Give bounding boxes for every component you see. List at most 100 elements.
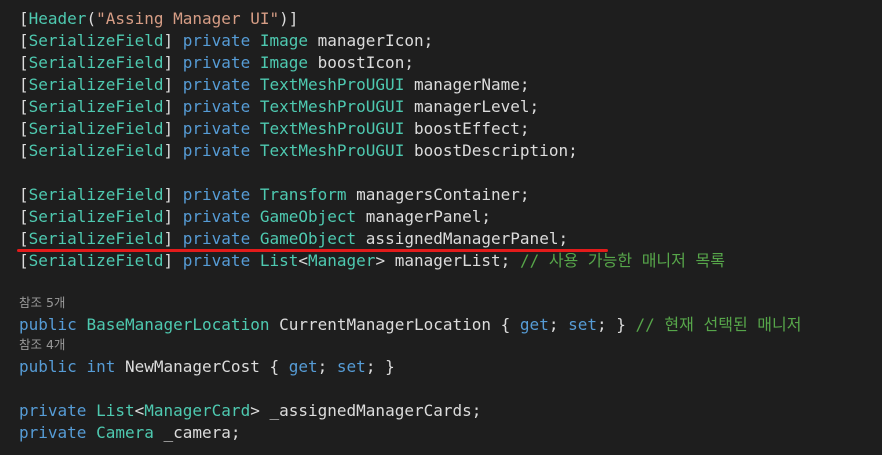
code-line[interactable]: [SerializeField] private Image managerIc… xyxy=(19,30,433,52)
code-token: TextMeshProUGUI xyxy=(259,75,414,94)
code-line[interactable]: [SerializeField] private Transform manag… xyxy=(19,184,530,206)
code-token: [ xyxy=(19,207,29,226)
code-token: managerName; xyxy=(413,75,530,94)
code-token: GameObject xyxy=(259,207,366,226)
code-token: > _assignedManagerCards; xyxy=(250,401,482,420)
code-token: ] xyxy=(163,185,183,204)
code-token: Header xyxy=(28,9,87,28)
code-token: ] xyxy=(163,75,183,94)
code-token: managersContainer; xyxy=(356,185,530,204)
code-token: List xyxy=(96,401,135,420)
code-token: < xyxy=(134,401,145,420)
code-token: ] xyxy=(163,53,183,72)
code-token: managerPanel; xyxy=(365,207,492,226)
code-editor[interactable]: [Header("Assing Manager UI")] [Serialize… xyxy=(0,0,882,455)
code-line[interactable]: [SerializeField] private TextMeshProUGUI… xyxy=(19,96,539,118)
code-token: set xyxy=(568,315,597,334)
code-token: )] xyxy=(279,9,299,28)
codelens-references[interactable]: 참조 5개 xyxy=(19,294,65,312)
code-line[interactable]: [SerializeField] private Image boostIcon… xyxy=(19,52,414,74)
code-token: SerializeField xyxy=(28,229,164,248)
code-token: SerializeField xyxy=(28,75,164,94)
code-token: boostIcon; xyxy=(317,53,414,72)
code-line[interactable]: [SerializeField] private TextMeshProUGUI… xyxy=(19,74,530,96)
code-token: Image xyxy=(259,53,318,72)
code-token: private xyxy=(182,75,260,94)
code-token: private xyxy=(182,53,260,72)
code-token: private xyxy=(182,229,260,248)
code-token: ; xyxy=(317,357,337,376)
code-token: TextMeshProUGUI xyxy=(259,97,414,116)
code-token: List xyxy=(259,251,299,270)
code-token: [ xyxy=(19,97,29,116)
code-token: SerializeField xyxy=(28,251,164,270)
code-token: ] xyxy=(163,97,183,116)
code-line[interactable]: [SerializeField] private GameObject assi… xyxy=(19,228,568,250)
code-token: ] xyxy=(163,229,183,248)
code-token: "Assing Manager UI" xyxy=(96,9,280,28)
code-line[interactable]: public int NewManagerCost { get; set; } xyxy=(19,356,395,378)
code-line[interactable]: private Camera _camera; xyxy=(19,422,241,444)
code-token: private xyxy=(182,207,260,226)
code-token: [ xyxy=(19,9,29,28)
code-token: private xyxy=(182,185,260,204)
code-token: ; } xyxy=(365,357,395,376)
code-line[interactable]: [SerializeField] private List<Manager> m… xyxy=(19,250,725,272)
code-token: private xyxy=(182,251,260,270)
code-token: ] xyxy=(163,251,183,270)
code-line[interactable]: [SerializeField] private TextMeshProUGUI… xyxy=(19,118,530,140)
code-token: GameObject xyxy=(259,229,366,248)
code-token: Manager xyxy=(308,251,376,270)
code-token: ] xyxy=(163,207,183,226)
code-token: SerializeField xyxy=(28,207,164,226)
code-token: ] xyxy=(163,31,183,50)
code-line[interactable]: private List<ManagerCard> _assignedManag… xyxy=(19,400,481,422)
code-token: managerLevel; xyxy=(413,97,540,116)
code-token: TextMeshProUGUI xyxy=(259,141,414,160)
code-token: [ xyxy=(19,75,29,94)
code-token: ; xyxy=(548,315,569,334)
code-token: public xyxy=(19,357,87,376)
code-token: ( xyxy=(86,9,97,28)
code-token: SerializeField xyxy=(28,31,164,50)
code-line[interactable]: [SerializeField] private GameObject mana… xyxy=(19,206,491,228)
code-token: [ xyxy=(19,119,29,138)
code-token: int xyxy=(86,357,125,376)
code-token: private xyxy=(182,97,260,116)
code-token: ManagerCard xyxy=(144,401,251,420)
code-token: Transform xyxy=(259,185,357,204)
code-line[interactable]: [Header("Assing Manager UI")] xyxy=(19,8,298,30)
code-token: private xyxy=(182,141,260,160)
code-token: ] xyxy=(163,119,183,138)
code-token: > managerList; xyxy=(375,251,520,270)
code-token: get xyxy=(288,357,318,376)
code-token: CurrentManagerLocation { xyxy=(279,315,520,334)
code-token: NewManagerCost { xyxy=(124,357,289,376)
code-token: private xyxy=(19,401,97,420)
code-token: SerializeField xyxy=(28,141,164,160)
code-token: _camera; xyxy=(163,423,241,442)
code-line[interactable]: public BaseManagerLocation CurrentManage… xyxy=(19,314,801,336)
code-token: set xyxy=(336,357,366,376)
code-token: boostEffect; xyxy=(413,119,530,138)
code-token: [ xyxy=(19,185,29,204)
code-token: ; } xyxy=(597,315,636,334)
code-token: public xyxy=(19,315,87,334)
code-token: [ xyxy=(19,53,29,72)
code-token: private xyxy=(182,31,260,50)
code-token: [ xyxy=(19,141,29,160)
code-token: BaseManagerLocation xyxy=(86,315,280,334)
code-token: SerializeField xyxy=(28,119,164,138)
code-token: SerializeField xyxy=(28,53,164,72)
code-token: managerIcon; xyxy=(317,31,434,50)
code-token: SerializeField xyxy=(28,185,164,204)
code-line[interactable]: [SerializeField] private TextMeshProUGUI… xyxy=(19,140,578,162)
codelens-references[interactable]: 참조 4개 xyxy=(19,336,65,354)
code-token: Image xyxy=(259,31,318,50)
code-token: Camera xyxy=(96,423,164,442)
code-token: private xyxy=(19,423,97,442)
code-token: TextMeshProUGUI xyxy=(259,119,414,138)
code-token: private xyxy=(182,119,260,138)
code-token: [ xyxy=(19,229,29,248)
code-token: boostDescription; xyxy=(413,141,578,160)
